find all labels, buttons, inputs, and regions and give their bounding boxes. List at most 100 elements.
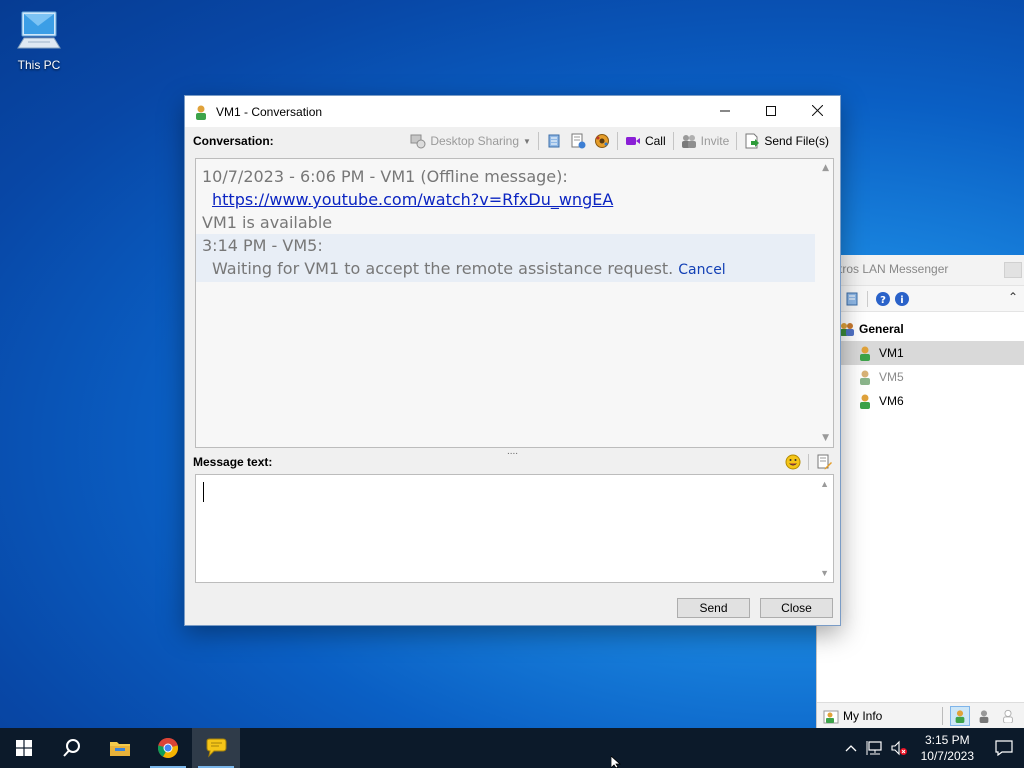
- message-header: 10/7/2023 - 6:06 PM - VM1 (Offline messa…: [202, 167, 568, 186]
- svg-text:?: ?: [880, 295, 886, 306]
- user-online-icon: [857, 345, 873, 361]
- notification-center-button[interactable]: [984, 740, 1024, 756]
- contact-item-vm1[interactable]: VM1: [817, 341, 1024, 365]
- maximize-icon: [766, 105, 776, 116]
- desktop-icon-this-pc[interactable]: This PC: [8, 8, 70, 72]
- toolbar-separator: [537, 132, 539, 150]
- taskbar: 3:15 PM 10/7/2023: [0, 728, 1024, 768]
- invite-button[interactable]: Invite: [678, 130, 733, 152]
- minimize-button[interactable]: [702, 96, 748, 125]
- message-header-bar: Message text:: [193, 452, 832, 472]
- window-title: VM1 - Conversation: [216, 104, 323, 119]
- contact-item-vm6[interactable]: VM6: [817, 389, 1024, 413]
- contact-group-general[interactable]: General: [817, 317, 1024, 341]
- volume-muted-icon[interactable]: [887, 740, 911, 756]
- cancel-request-link[interactable]: Cancel: [678, 262, 725, 278]
- status-busy-button[interactable]: [974, 706, 994, 726]
- conversation-header: Conversation: Desktop Sharing ▼ Call Inv…: [185, 127, 840, 155]
- close-icon: [811, 105, 823, 116]
- main-window-close-button[interactable]: [1004, 262, 1022, 278]
- system-tray: 3:15 PM 10/7/2023: [839, 728, 1024, 768]
- toolbar-separator: [736, 132, 738, 150]
- my-info-button[interactable]: My Info: [823, 708, 882, 724]
- conversation-label: Conversation:: [193, 134, 274, 148]
- main-window-title: tros LAN Messenger: [839, 262, 949, 276]
- message-scrollbar[interactable]: ▲ ▼: [816, 475, 833, 582]
- contact-name: VM1: [879, 346, 904, 360]
- desktop-sharing-button[interactable]: Desktop Sharing ▼: [407, 130, 534, 152]
- scroll-up-icon[interactable]: ▲: [822, 163, 829, 173]
- my-info-label: My Info: [843, 708, 883, 723]
- message-text-label: Message text:: [193, 455, 273, 469]
- user-online-icon: [857, 393, 873, 409]
- svg-text:i: i: [900, 295, 903, 306]
- chevron-up-icon[interactable]: ⌃: [1008, 290, 1018, 304]
- send-button[interactable]: Send: [677, 598, 750, 618]
- status-selector: [942, 705, 1024, 726]
- send-files-button[interactable]: Send File(s): [741, 130, 832, 152]
- group-icon: [839, 321, 855, 337]
- start-icon: [16, 740, 32, 756]
- conversation-titlebar[interactable]: VM1 - Conversation: [185, 96, 840, 127]
- call-label: Call: [644, 134, 666, 148]
- invite-label: Invite: [700, 134, 730, 148]
- toolbar-separator: [867, 290, 868, 307]
- file-explorer-button[interactable]: [96, 728, 144, 768]
- taskbar-clock[interactable]: 3:15 PM 10/7/2023: [911, 732, 984, 764]
- close-dialog-button[interactable]: Close: [760, 598, 833, 618]
- mouse-cursor-icon: [610, 755, 623, 768]
- message-header: 3:14 PM - VM5:: [202, 236, 323, 255]
- status-available-button[interactable]: [950, 705, 970, 726]
- search-button[interactable]: [48, 728, 96, 768]
- conversation-window: VM1 - Conversation Conversation: Desktop…: [184, 95, 841, 626]
- settings-button[interactable]: [591, 130, 613, 152]
- transfers-list-icon: [570, 133, 586, 149]
- start-button[interactable]: [0, 728, 48, 768]
- close-button[interactable]: [794, 96, 840, 125]
- computer-icon: [8, 8, 70, 58]
- main-window-titlebar: tros LAN Messenger: [817, 255, 1024, 286]
- help-icon[interactable]: ?: [875, 291, 891, 307]
- desktop-sharing-icon: [410, 133, 426, 149]
- scroll-down-icon[interactable]: ▼: [822, 433, 829, 443]
- info-icon[interactable]: i: [894, 291, 910, 307]
- contact-name: VM5: [879, 370, 904, 384]
- chrome-icon: [157, 738, 179, 759]
- main-toolbar: ? i ⌃: [817, 286, 1024, 312]
- toolbar-separator: [808, 454, 809, 470]
- clock-time: 3:15 PM: [924, 733, 970, 747]
- call-button[interactable]: Call: [622, 130, 669, 152]
- notification-icon: [995, 740, 1013, 756]
- chevron-up-icon[interactable]: [839, 744, 863, 752]
- conversation-history[interactable]: 10/7/2023 - 6:06 PM - VM1 (Offline messa…: [195, 158, 834, 448]
- video-camera-icon: [625, 133, 641, 149]
- message-input[interactable]: ▲ ▼: [195, 474, 834, 583]
- message-link[interactable]: https://www.youtube.com/watch?v=RfxDu_wn…: [212, 190, 613, 209]
- lan-messenger-icon: [206, 738, 227, 758]
- scroll-down-icon[interactable]: ▼: [820, 568, 829, 578]
- network-icon[interactable]: [863, 740, 887, 756]
- contact-name: VM6: [879, 394, 904, 408]
- history-button[interactable]: [543, 130, 565, 152]
- maximize-button[interactable]: [748, 96, 794, 125]
- chrome-button[interactable]: [144, 728, 192, 768]
- user-online-icon: [193, 104, 209, 120]
- history-book-icon[interactable]: [844, 291, 860, 307]
- contact-item-vm5[interactable]: VM5: [817, 365, 1024, 389]
- status-message: VM1 is available: [202, 213, 333, 232]
- emoticon-icon[interactable]: [785, 454, 801, 470]
- invite-users-icon: [681, 133, 697, 149]
- scroll-up-icon[interactable]: ▲: [820, 479, 829, 489]
- lan-messenger-taskbar-button[interactable]: [192, 728, 240, 768]
- main-window-statusbar: My Info: [817, 702, 1024, 728]
- send-file-icon: [744, 133, 760, 149]
- user-away-icon: [857, 369, 873, 385]
- user-card-icon: [823, 708, 839, 724]
- font-edit-icon[interactable]: [816, 454, 832, 470]
- status-offline-button[interactable]: [998, 706, 1018, 726]
- clock-date: 10/7/2023: [920, 749, 974, 763]
- transfers-button[interactable]: [567, 130, 589, 152]
- history-scrollbar[interactable]: ▲ ▼: [816, 159, 833, 447]
- toolbar-separator: [672, 132, 674, 150]
- pending-request-block: 3:14 PM - VM5: Waiting for VM1 to accept…: [196, 234, 815, 282]
